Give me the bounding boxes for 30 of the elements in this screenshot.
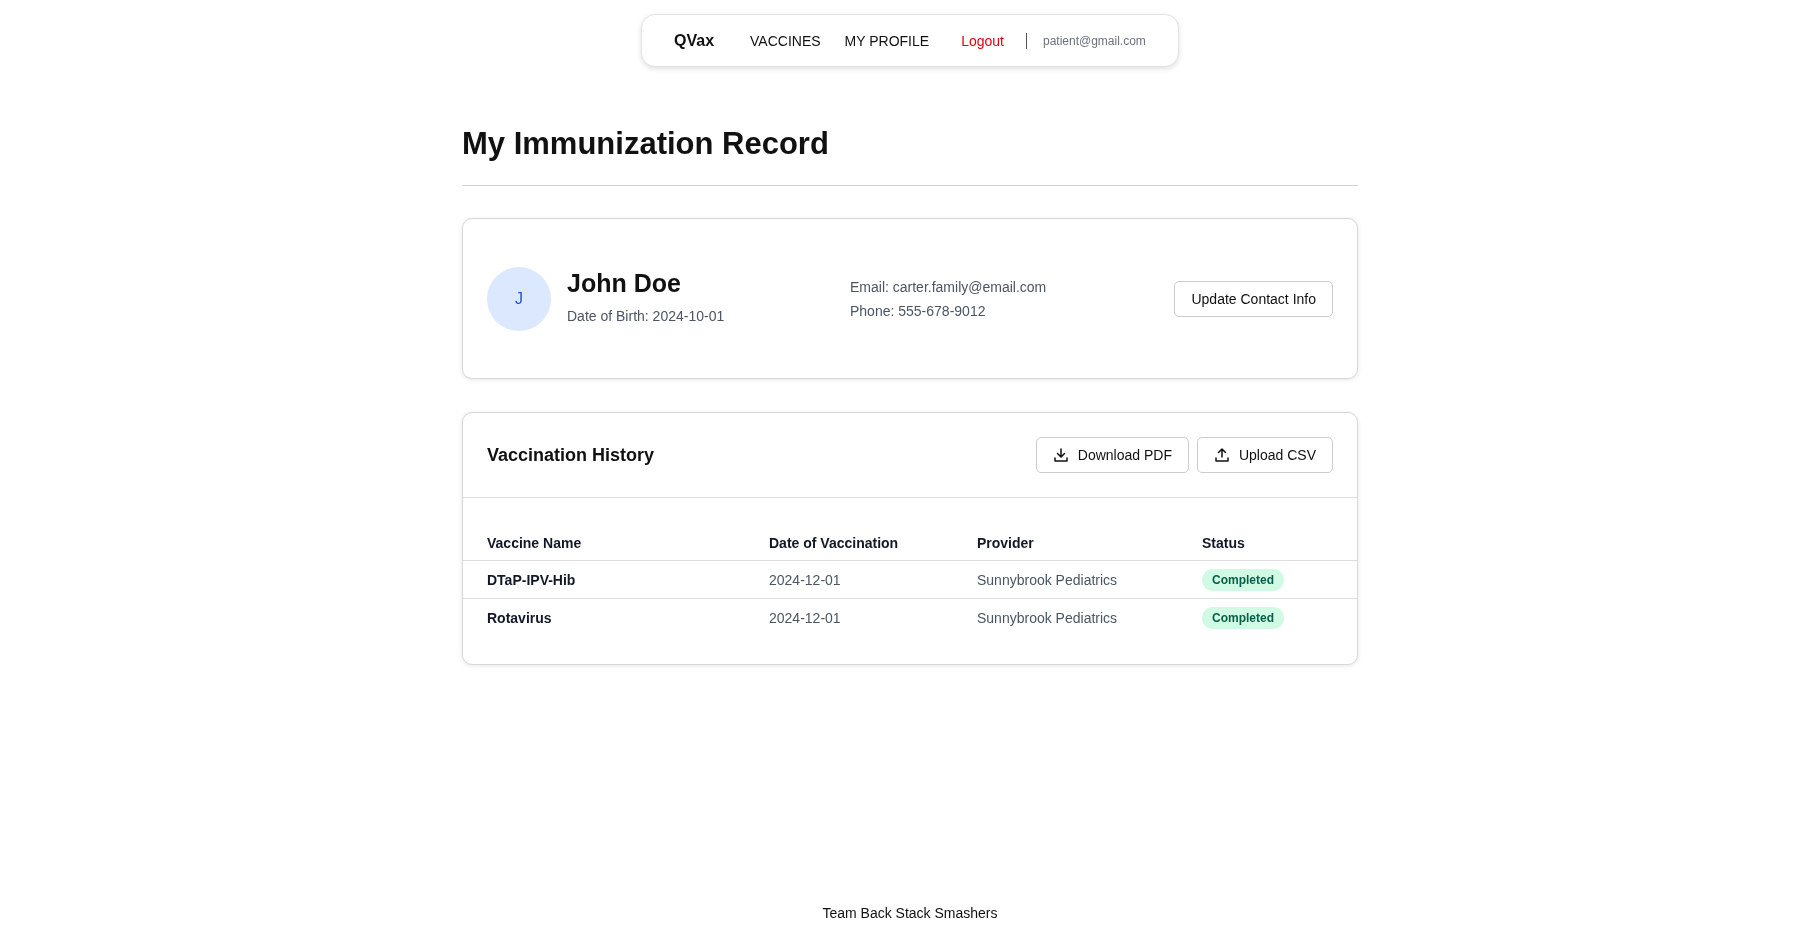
- nav-link[interactable]: MY PROFILE: [844, 32, 930, 49]
- patient-name: John Doe: [567, 269, 682, 299]
- section-title: Vaccination History: [487, 444, 655, 466]
- upload-button[interactable]: Upload CSV: [1196, 437, 1333, 474]
- phone-text: Phone: 555-678-9012: [850, 301, 987, 321]
- avatar: J: [487, 266, 551, 331]
- brand-logo[interactable]: QVax: [674, 31, 715, 50]
- status-badge: Completed: [1202, 568, 1284, 591]
- table-cell-text: Sunnybrook Pediatrics: [977, 609, 1119, 626]
- footer-text: Team Back Stack Smashers: [822, 905, 998, 921]
- table-cell-text: 2024-12-01: [769, 609, 842, 626]
- column-header: Vaccine Name: [487, 535, 583, 552]
- table-cell-text: DTaP-IPV-Hib: [487, 571, 577, 588]
- column-header: Provider: [977, 535, 1035, 552]
- status-badge: Completed: [1202, 606, 1284, 629]
- table-cell-text: 2024-12-01: [769, 571, 842, 588]
- table-cell-text: Sunnybrook Pediatrics: [977, 571, 1119, 588]
- column-header: Date of Vaccination: [769, 535, 900, 552]
- update-contact-button[interactable]: Update Contact Info: [1174, 280, 1333, 317]
- logout-link[interactable]: Logout: [961, 32, 1004, 49]
- download-icon: [1052, 447, 1069, 464]
- page-title: My Immunization Record: [462, 125, 830, 163]
- table-cell-text: Rotavirus: [487, 609, 553, 626]
- date-of-birth: Date of Birth: 2024-10-01: [567, 307, 726, 327]
- email-text: Email: carter.family@email.com: [850, 277, 1048, 297]
- upload-icon: [1213, 447, 1230, 464]
- user-email: patient@gmail.com: [1042, 33, 1146, 48]
- column-header: Status: [1202, 535, 1246, 552]
- nav-link[interactable]: VACCINES: [750, 32, 821, 49]
- download-button[interactable]: Download PDF: [1035, 437, 1189, 474]
